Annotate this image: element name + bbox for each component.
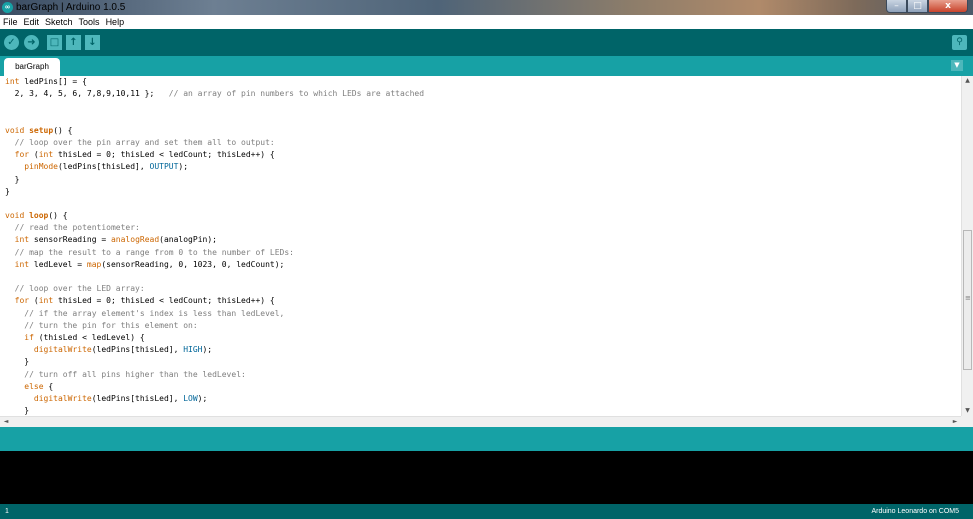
grip-icon: ≡: [965, 294, 971, 302]
menu-sketch[interactable]: Sketch: [42, 15, 76, 29]
scroll-right-icon[interactable]: ►: [950, 417, 960, 427]
code-line[interactable]: // map the result to a range from 0 to t…: [5, 247, 424, 259]
menu-bar: File Edit Sketch Tools Help: [0, 15, 973, 29]
horizontal-scrollbar[interactable]: ◄ ►: [0, 416, 961, 427]
message-area: [0, 427, 973, 451]
menu-tools[interactable]: Tools: [76, 15, 103, 29]
code-line[interactable]: }: [5, 186, 424, 198]
code-line[interactable]: [5, 113, 424, 125]
close-button[interactable]: x: [928, 0, 968, 13]
scroll-up-icon[interactable]: ▲: [962, 76, 973, 86]
code-line[interactable]: int ledLevel = map(sensorReading, 0, 102…: [5, 259, 424, 271]
code-line[interactable]: pinMode(ledPins[thisLed], OUTPUT);: [5, 161, 424, 173]
code-line[interactable]: // turn off all pins higher than the led…: [5, 369, 424, 381]
tab-bar: barGraph ▼: [0, 56, 973, 76]
code-line[interactable]: // read the potentiometer:: [5, 222, 424, 234]
scroll-left-icon[interactable]: ◄: [1, 417, 11, 427]
scroll-down-icon[interactable]: ▼: [962, 406, 973, 416]
code-line[interactable]: // loop over the LED array:: [5, 283, 424, 295]
code-line[interactable]: digitalWrite(ledPins[thisLed], LOW);: [5, 393, 424, 405]
code-line[interactable]: void loop() {: [5, 210, 424, 222]
code-line[interactable]: [5, 198, 424, 210]
console-output[interactable]: [0, 451, 973, 504]
minimize-button[interactable]: –: [886, 0, 907, 13]
line-number: 1: [5, 508, 9, 515]
toolbar: ✓ ➜ □ ↑ ↓ ⚲: [0, 29, 973, 56]
upload-arrow-icon[interactable]: ➜: [24, 35, 39, 50]
code-line[interactable]: for (int thisLed = 0; thisLed < ledCount…: [5, 149, 424, 161]
code-line[interactable]: }: [5, 356, 424, 368]
menu-file[interactable]: File: [0, 15, 21, 29]
code-line[interactable]: // turn the pin for this element on:: [5, 320, 424, 332]
tab-bargraph[interactable]: barGraph: [4, 58, 60, 76]
code-editor[interactable]: int ledPins[] = { 2, 3, 4, 5, 6, 7,8,9,1…: [0, 76, 961, 416]
code-line[interactable]: // loop over the pin array and set them …: [5, 137, 424, 149]
code-line[interactable]: int sensorReading = analogRead(analogPin…: [5, 234, 424, 246]
code-line[interactable]: for (int thisLed = 0; thisLed < ledCount…: [5, 295, 424, 307]
code-line[interactable]: // if the array element's index is less …: [5, 308, 424, 320]
save-down-arrow-icon[interactable]: ↓: [85, 35, 100, 50]
status-footer: 1 Arduino Leonardo on COM5: [0, 504, 973, 519]
new-file-icon[interactable]: □: [47, 35, 62, 50]
code-line[interactable]: if (thisLed < ledLevel) {: [5, 332, 424, 344]
tab-menu-icon[interactable]: ▼: [951, 60, 963, 71]
vertical-scrollbar[interactable]: ▲ ≡ ▼: [961, 76, 973, 416]
menu-edit[interactable]: Edit: [21, 15, 43, 29]
arduino-icon: ∞: [2, 2, 13, 13]
window-title: barGraph | Arduino 1.0.5: [16, 2, 126, 13]
open-up-arrow-icon[interactable]: ↑: [66, 35, 81, 50]
window-controls: – □ x: [886, 0, 968, 13]
verify-check-icon[interactable]: ✓: [4, 35, 19, 50]
maximize-button[interactable]: □: [907, 0, 928, 13]
code-line[interactable]: 2, 3, 4, 5, 6, 7,8,9,10,11 }; // an arra…: [5, 88, 424, 100]
code-line[interactable]: void setup() {: [5, 125, 424, 137]
code-line[interactable]: }: [5, 405, 424, 416]
window-titlebar[interactable]: ∞ barGraph | Arduino 1.0.5 – □ x: [0, 0, 973, 15]
code-line[interactable]: [5, 271, 424, 283]
code-line[interactable]: [5, 100, 424, 112]
code-line[interactable]: else {: [5, 381, 424, 393]
vertical-scroll-thumb[interactable]: ≡: [963, 230, 972, 370]
scrollbar-corner: [961, 416, 973, 427]
code-line[interactable]: }: [5, 174, 424, 186]
menu-help[interactable]: Help: [103, 15, 128, 29]
board-port-label: Arduino Leonardo on COM5: [871, 508, 959, 515]
code-text[interactable]: int ledPins[] = { 2, 3, 4, 5, 6, 7,8,9,1…: [5, 76, 424, 416]
magnifier-icon[interactable]: ⚲: [952, 35, 967, 50]
code-line[interactable]: digitalWrite(ledPins[thisLed], HIGH);: [5, 344, 424, 356]
code-line[interactable]: int ledPins[] = {: [5, 76, 424, 88]
